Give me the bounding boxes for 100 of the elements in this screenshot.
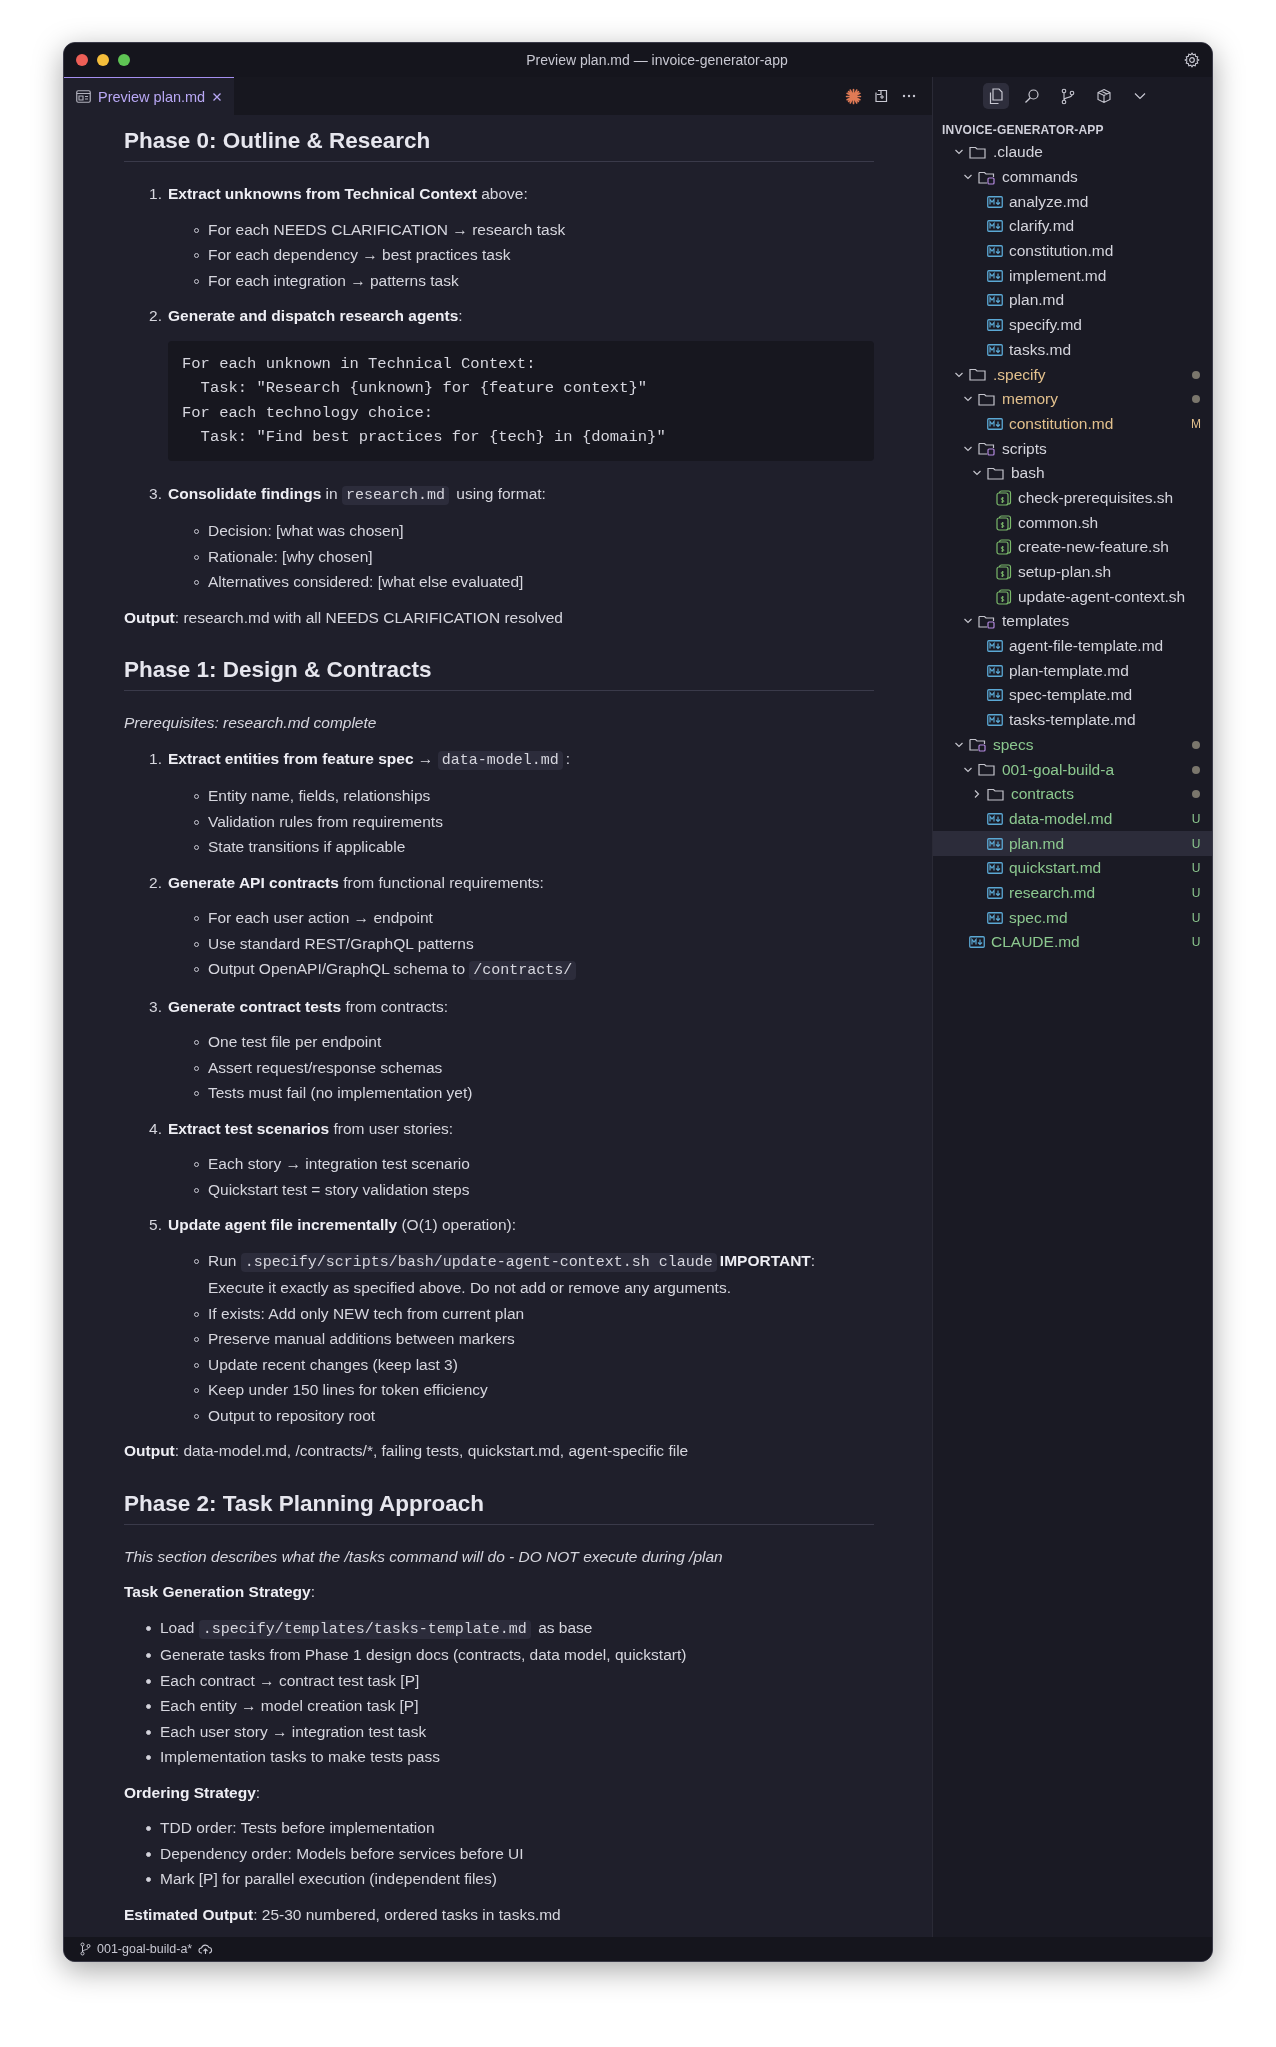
tree-item[interactable]: setup-plan.sh — [933, 559, 1212, 585]
tree-item[interactable]: bash — [933, 460, 1212, 486]
tree-item[interactable]: .claude — [933, 140, 1212, 165]
tree-item[interactable]: data-model.md U — [933, 806, 1212, 832]
list-item-text: Alternatives considered: [what else evaluated] — [208, 572, 524, 592]
tree-item[interactable]: research.md U — [933, 880, 1212, 906]
tree-item[interactable]: contracts — [933, 781, 1212, 807]
bullet-icon — [146, 1625, 151, 1631]
tree-item[interactable]: implement.md — [933, 263, 1212, 289]
shell-script-icon — [996, 564, 1012, 581]
folder-icon — [978, 762, 996, 778]
tree-item[interactable]: scripts — [933, 436, 1212, 461]
list-item-text: Tests must fail (no implementation yet) — [208, 1083, 473, 1103]
tree-item[interactable]: plan.md U — [933, 831, 1212, 856]
tree-item[interactable]: clarify.md — [933, 214, 1212, 239]
starburst-icon[interactable] — [845, 87, 862, 105]
list-number: 1. — [148, 748, 163, 769]
folder-icon — [978, 391, 996, 407]
list-item-text: Output to repository root — [208, 1405, 376, 1426]
markdown-file-icon — [987, 294, 1003, 307]
minimize-window-button[interactable] — [97, 54, 109, 66]
settings-icon[interactable] — [1184, 52, 1200, 68]
explorer-button[interactable] — [983, 83, 1009, 109]
markdown-file-icon — [987, 886, 1003, 899]
list-item-text: TDD order: Tests before implementation — [160, 1818, 435, 1838]
tree-item[interactable]: memory — [933, 386, 1212, 412]
list-item-text: Validation rules from requirements — [208, 811, 443, 832]
tree-item[interactable]: .specify — [933, 362, 1212, 387]
tree-item[interactable]: update-agent-context.sh — [933, 584, 1212, 610]
folder-icon — [978, 613, 996, 629]
tree-item[interactable]: constitution.md M — [933, 411, 1212, 437]
list-item-text: Each story → integration test scenario — [208, 1154, 470, 1174]
open-file-icon[interactable] — [874, 88, 890, 104]
branch-name[interactable]: 001-goal-build-a* — [97, 1942, 193, 1956]
list-item-text: For each user action → endpoint — [208, 908, 433, 928]
editor-tab[interactable]: Preview plan.md — [64, 77, 235, 115]
tree-item[interactable]: tasks.md — [933, 337, 1212, 363]
chevron-down-icon — [1134, 92, 1146, 100]
tree-item[interactable]: spec.md U — [933, 905, 1212, 930]
list-item-text: Preserve manual additions between markers — [208, 1329, 515, 1349]
tree-item[interactable]: analyze.md — [933, 189, 1212, 215]
more-icon[interactable] — [902, 94, 916, 98]
branch-icon — [1061, 87, 1075, 105]
tree-item[interactable]: plan-template.md — [933, 658, 1212, 684]
tree-item[interactable]: spec-template.md — [933, 683, 1212, 708]
list-number: 1. — [148, 184, 163, 204]
list-item-text: Output OpenAPI/GraphQL schema to /contracts/ — [208, 956, 580, 984]
section-heading: Phase 2: Task Planning Approach — [124, 1489, 874, 1525]
list-number: 4. — [148, 1118, 163, 1139]
markdown-file-icon — [987, 664, 1003, 677]
tree-item[interactable]: CLAUDE.md U — [933, 930, 1212, 955]
tree-item[interactable]: commands — [933, 164, 1212, 190]
file-name: implement.md — [1009, 266, 1108, 285]
bullet-icon — [146, 1729, 151, 1735]
list-item-text: Update agent file incrementally (O(1) operation): — [168, 1215, 517, 1235]
tree-item[interactable]: templates — [933, 609, 1212, 634]
tree-item[interactable]: constitution.md — [933, 238, 1212, 264]
file-name: scripts — [1002, 439, 1048, 458]
tree-item[interactable]: 001-goal-build-a — [933, 757, 1212, 782]
git-status-label: M — [1190, 416, 1202, 431]
list-item-text: Keep under 150 lines for token efficiency — [208, 1380, 488, 1400]
tree-item[interactable]: tasks-template.md — [933, 707, 1212, 733]
file-name: commands — [1002, 168, 1079, 187]
paragraph: Estimated Output: 25-30 numbered, ordered tasks in tasks.md — [124, 1904, 562, 1925]
file-name: check-prerequisites.sh — [1018, 488, 1175, 507]
close-icon[interactable] — [212, 91, 223, 102]
markdown-file-icon — [987, 245, 1003, 258]
branch-icon[interactable] — [80, 1942, 91, 1956]
tree-item[interactable]: common.sh — [933, 510, 1212, 535]
folder-icon — [987, 465, 1005, 481]
tree-item[interactable]: agent-file-template.md — [933, 633, 1212, 659]
tree-item[interactable]: plan.md — [933, 288, 1212, 313]
file-name: bash — [1011, 464, 1046, 483]
shell-script-icon — [996, 514, 1012, 531]
git-status-label: U — [1190, 935, 1202, 950]
tree-item[interactable]: check-prerequisites.sh — [933, 485, 1212, 511]
tree-item[interactable]: quickstart.md U — [933, 855, 1212, 881]
close-window-button[interactable] — [76, 54, 88, 66]
list-item-text: Rationale: [why chosen] — [208, 546, 373, 567]
list-item-text: Generate contract tests from contracts: — [168, 996, 449, 1017]
list-item-text: Load .specify/templates/tasks-template.md as base — [160, 1617, 593, 1641]
shell-script-icon — [996, 588, 1012, 605]
tree-item[interactable]: specify.md — [933, 312, 1212, 338]
list-item-text: Use standard REST/GraphQL patterns — [208, 933, 474, 954]
file-name: memory — [1002, 390, 1059, 409]
cloud-upload-icon[interactable] — [198, 1943, 214, 1955]
bullet-icon — [146, 1826, 151, 1831]
file-name: constitution.md — [1009, 242, 1115, 261]
list-item-text: State transitions if applicable — [208, 837, 406, 857]
list-item-text: Dependency order: Models before services before UI — [160, 1843, 524, 1864]
tree-item[interactable]: specs — [933, 732, 1212, 758]
window-title: Preview plan.md — invoice-generator-app — [525, 52, 789, 68]
bullet-icon — [146, 1851, 151, 1857]
folder-icon — [978, 441, 996, 457]
list-item-text: Generate API contracts from functional requirements: — [168, 872, 545, 893]
maximize-window-button[interactable] — [118, 54, 130, 66]
markdown-file-icon — [969, 936, 985, 949]
tree-item[interactable]: create-new-feature.sh — [933, 535, 1212, 560]
file-name: data-model.md — [1009, 809, 1114, 828]
file-name: .claude — [993, 143, 1044, 162]
